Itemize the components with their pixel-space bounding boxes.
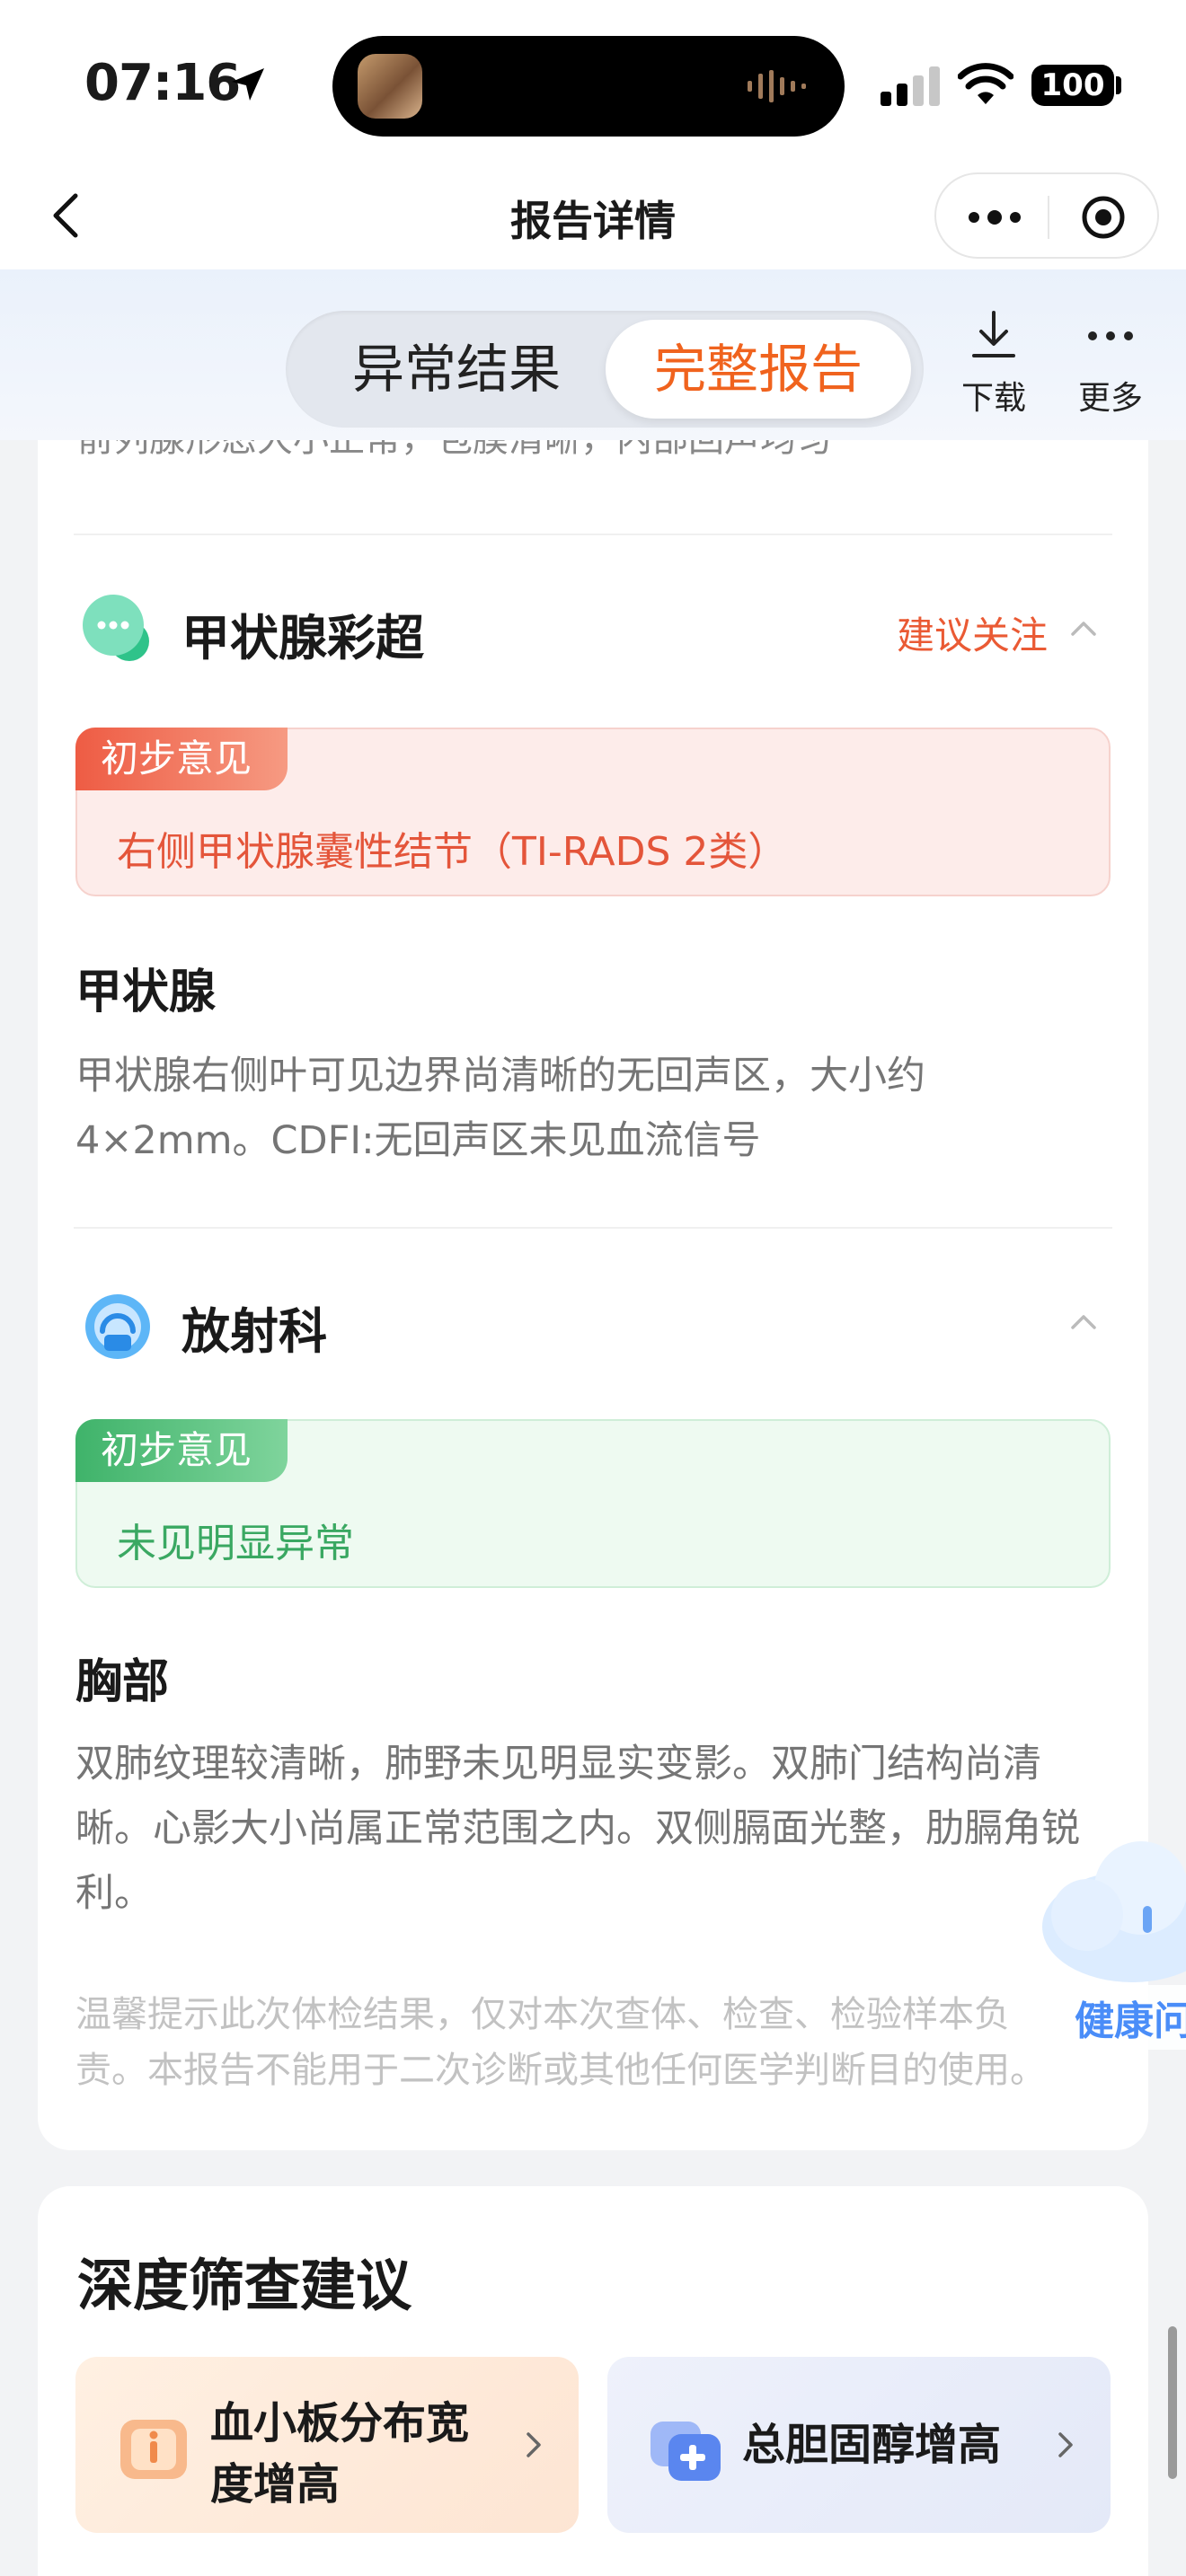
health-assistant-label[interactable]: 健康问: [1069, 1985, 1186, 2050]
mini-program-capsule: [934, 172, 1159, 259]
chevron-right-icon: [527, 2432, 541, 2457]
close-target-icon[interactable]: [1080, 194, 1127, 241]
radiology-icon: [85, 1294, 150, 1359]
nav-bar: 报告详情: [0, 162, 1186, 269]
tab-full-report[interactable]: 完整报告: [606, 320, 911, 419]
screening-item-label: 血小板分布宽度增高: [210, 2398, 470, 2510]
exam-subtitle-chest: 胸部: [75, 1655, 170, 1709]
prostate-description-cut: 前列腺形态大小正常，包膜清晰，内部回声均匀: [77, 440, 832, 462]
chevron-right-icon: [1058, 2432, 1073, 2457]
info-notice-icon: [120, 2420, 187, 2479]
battery-tip: [1116, 76, 1121, 94]
cellular-signal-icon: [881, 66, 940, 106]
scroll-indicator[interactable]: [1168, 2326, 1177, 2479]
download-icon: [972, 311, 1015, 357]
attention-tag: 建议关注: [896, 613, 1048, 657]
ultrasound-chat-icon: [83, 595, 149, 661]
exam-subtitle-thyroid: 甲状腺: [75, 966, 217, 1019]
capsule-divider: [1048, 196, 1049, 239]
chevron-up-icon[interactable]: [1066, 1304, 1102, 1340]
deep-screening-card: 深度筛查建议 血小板分布宽度增高 总胆固醇增高: [38, 2186, 1148, 2576]
dynamic-island: [332, 36, 845, 137]
section-divider: [74, 534, 1112, 535]
preliminary-opinion-box: 初步意见 未见明显异常: [75, 1419, 1111, 1588]
preliminary-opinion-text: 未见明显异常: [117, 1521, 354, 1566]
report-tabs-header: 异常结果 完整报告 下载 更多: [0, 269, 1186, 440]
preliminary-opinion-box: 初步意见 右侧甲状腺囊性结节（TI-RADS 2类）: [75, 728, 1111, 896]
screening-item-label: 总胆固醇增高: [742, 2420, 1002, 2470]
more-button[interactable]: 更多: [1066, 307, 1155, 419]
health-assistant-cloud-icon[interactable]: [1033, 1832, 1186, 1985]
screening-item-platelet[interactable]: 血小板分布宽度增高: [75, 2357, 579, 2533]
download-label: 下载: [960, 380, 1026, 417]
preliminary-opinion-text: 右侧甲状腺囊性结节（TI-RADS 2类）: [117, 829, 788, 875]
battery-level: 100: [1031, 65, 1114, 106]
disclaimer-tip: 温馨提示此次体检结果，仅对本次查体、检查、检验样本负责。本报告不能用于二次诊断或…: [75, 1994, 1046, 2091]
full-report-card: 前列腺形态大小正常，包膜清晰，内部回声均匀 甲状腺彩超 建议关注 初步意见 右侧…: [38, 440, 1148, 2150]
more-dots-icon[interactable]: [963, 199, 1026, 235]
preliminary-opinion-label: 初步意见: [75, 1419, 288, 1482]
preliminary-opinion-label: 初步意见: [75, 728, 288, 790]
section-title-radiology: 放射科: [181, 1303, 327, 1360]
section-divider: [74, 1227, 1112, 1229]
now-playing-avatar: [358, 54, 422, 119]
tab-abnormal-results[interactable]: 异常结果: [304, 320, 609, 419]
status-bar: 07:16 100: [0, 0, 1186, 162]
status-time: 07:16: [84, 54, 241, 112]
more-horizontal-icon: [1088, 331, 1133, 340]
medical-kit-icon: [651, 2422, 721, 2481]
section-title-thyroid-ultrasound: 甲状腺彩超: [181, 610, 424, 666]
report-segmented-control: 异常结果 完整报告: [286, 311, 924, 428]
exam-description-thyroid: 甲状腺右侧叶可见边界尚清晰的无回声区，大小约4×2mm。CDFI:无回声区未见血…: [75, 1054, 925, 1163]
audio-wave-icon: [748, 70, 806, 102]
wifi-icon: [958, 63, 1013, 104]
deep-screening-title: 深度筛查建议: [77, 2253, 412, 2318]
chevron-up-icon[interactable]: [1066, 611, 1102, 647]
location-arrow-icon: [232, 68, 264, 101]
more-label: 更多: [1077, 380, 1143, 417]
download-button[interactable]: 下载: [949, 307, 1039, 419]
screening-item-cholesterol[interactable]: 总胆固醇增高: [607, 2357, 1111, 2533]
exam-description-chest: 双肺纹理较清晰，肺野未见明显实变影。双肺门结构尚清晰。心影大小尚属正常范围之内。…: [75, 1742, 1080, 1916]
